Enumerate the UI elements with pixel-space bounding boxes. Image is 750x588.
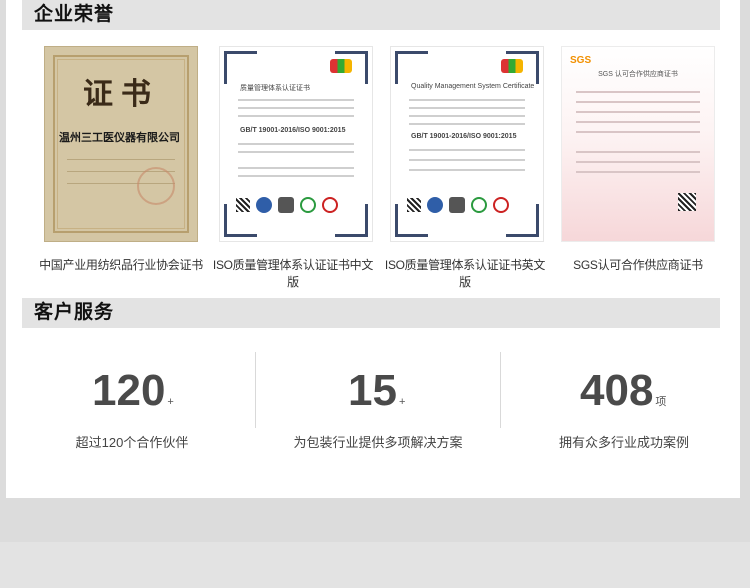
qr-code-icon <box>236 198 250 212</box>
certificate-image-iso-chinese[interactable]: 质量管理体系认证证书 GB/T 19001-2016/ISO 9001:2015 <box>219 46 373 242</box>
certificate-heading: Quality Management System Certificate <box>411 83 535 90</box>
certificate-caption: 中国产业用纺织品行业协会证书 <box>39 258 203 272</box>
stat-cases-number: 408 项 <box>580 366 667 415</box>
certificate-caption: SGS认可合作供应商证书 <box>573 258 703 272</box>
stat-cases-label: 拥有众多行业成功案例 <box>558 435 689 450</box>
stat-solutions-number: 15 + <box>348 366 406 415</box>
seal-stamp <box>137 167 175 205</box>
bottom-bar <box>0 542 750 588</box>
honors-section-title: 企业荣誉 <box>22 0 720 30</box>
cert-logo-icon <box>501 59 523 73</box>
stat-partners-number: 120 + <box>92 366 174 415</box>
check-badge-icon <box>471 197 487 213</box>
cert-logo-icon <box>330 59 352 73</box>
iaf-badge-icon <box>256 197 272 213</box>
certificate-company-name: 温州三工医仪器有限公司 <box>59 131 180 144</box>
divider <box>255 352 256 428</box>
cnas-badge-icon <box>322 197 338 213</box>
accreditation-badges <box>407 195 529 215</box>
certificate-image-iso-english[interactable]: Quality Management System Certificate GB… <box>390 46 544 242</box>
sgs-logo: SGS <box>570 55 592 66</box>
accreditation-badges <box>236 195 358 215</box>
iaf-badge-icon <box>427 197 443 213</box>
ias-badge-icon <box>449 197 465 213</box>
certificate-image-industry-association[interactable]: 证书 温州三工医仪器有限公司 <box>44 46 198 242</box>
certificate-heading: 质量管理体系认证证书 <box>240 85 310 92</box>
qr-code-icon <box>407 198 421 212</box>
certificate-heading: SGS 认可合作供应商证书 <box>598 71 678 78</box>
stat-solutions-label: 为包装行业提供多项解决方案 <box>293 435 463 450</box>
certificate-standard: GB/T 19001-2016/ISO 9001:2015 <box>240 127 346 134</box>
ias-badge-icon <box>278 197 294 213</box>
service-section-title: 客户服务 <box>22 298 720 328</box>
divider <box>500 352 501 428</box>
stat-partners-label: 超过120个合作伙伴 <box>75 435 189 450</box>
certificate-standard: GB/T 19001-2016/ISO 9001:2015 <box>411 133 517 140</box>
cnas-badge-icon <box>493 197 509 213</box>
check-badge-icon <box>300 197 316 213</box>
certificate-heading: 证书 <box>83 77 159 112</box>
certificate-caption: ISO质量管理体系认证证书中文版 <box>212 258 374 289</box>
certificate-image-sgs[interactable]: SGS SGS 认可合作供应商证书 <box>561 46 715 242</box>
certificate-caption: ISO质量管理体系认证证书英文版 <box>384 258 546 289</box>
qr-code-icon <box>678 193 696 211</box>
